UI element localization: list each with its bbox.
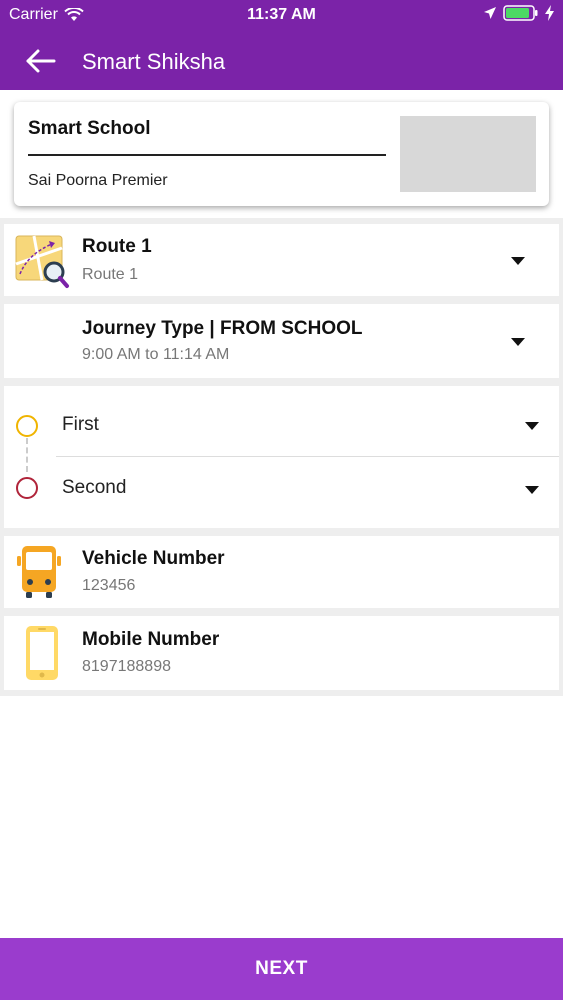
mobile-number-row: Mobile Number 8197188898 xyxy=(4,616,559,690)
next-button-label: NEXT xyxy=(255,958,308,979)
school-card: Smart School Sai Poorna Premier xyxy=(14,102,549,206)
vehicle-number-row: Vehicle Number 123456 xyxy=(4,536,559,608)
journey-type-selector[interactable]: Journey Type | FROM SCHOOL 9:00 AM to 11… xyxy=(4,304,559,378)
route-chevron-down-icon[interactable] xyxy=(511,257,525,265)
journey-title: Journey Type | FROM SCHOOL xyxy=(82,318,363,339)
school-name: Smart School xyxy=(28,118,151,139)
school-section: Smart School Sai Poorna Premier xyxy=(0,90,563,218)
route-subtitle: Route 1 xyxy=(82,266,139,283)
mobile-value: 8197188898 xyxy=(82,658,171,675)
charging-bolt-icon xyxy=(545,5,554,21)
second-stop-label: Second xyxy=(62,477,127,498)
arrow-left-icon[interactable] xyxy=(24,46,58,76)
journey-chevron-down-icon[interactable] xyxy=(511,338,525,346)
vehicle-label: Vehicle Number xyxy=(82,548,225,569)
phone-icon xyxy=(26,626,58,680)
second-stop-circle-icon xyxy=(16,477,38,499)
battery-icon xyxy=(503,5,538,21)
first-stop-label: First xyxy=(62,414,99,435)
nav-bar: Smart Shiksha xyxy=(0,30,563,90)
stops-section: First Second xyxy=(4,386,559,528)
map-search-icon xyxy=(15,235,69,288)
school-logo-placeholder xyxy=(400,116,536,192)
second-stop-chevron-down-icon[interactable] xyxy=(525,486,539,494)
page-title: Smart Shiksha xyxy=(82,49,226,74)
status-time: 11:37 AM xyxy=(247,6,316,23)
vehicle-value: 123456 xyxy=(82,577,136,594)
first-stop-circle-icon xyxy=(16,415,38,437)
route-title: Route 1 xyxy=(82,236,152,257)
school-divider xyxy=(28,154,386,156)
status-bar: Carrier 11:37 AM xyxy=(0,0,563,30)
journey-time: 9:00 AM to 11:14 AM xyxy=(82,346,230,363)
next-button[interactable]: NEXT xyxy=(0,938,563,1000)
location-arrow-icon xyxy=(484,7,496,19)
stop-connector-line xyxy=(26,438,28,472)
status-right xyxy=(483,5,554,21)
first-stop-chevron-down-icon[interactable] xyxy=(525,422,539,430)
school-branch: Sai Poorna Premier xyxy=(28,172,168,189)
route-selector[interactable]: Route 1 Route 1 xyxy=(4,224,559,296)
second-stop-selector[interactable]: Second xyxy=(56,457,559,527)
first-stop-selector[interactable]: First xyxy=(56,386,559,456)
bus-icon xyxy=(17,546,61,598)
mobile-label: Mobile Number xyxy=(82,629,220,650)
